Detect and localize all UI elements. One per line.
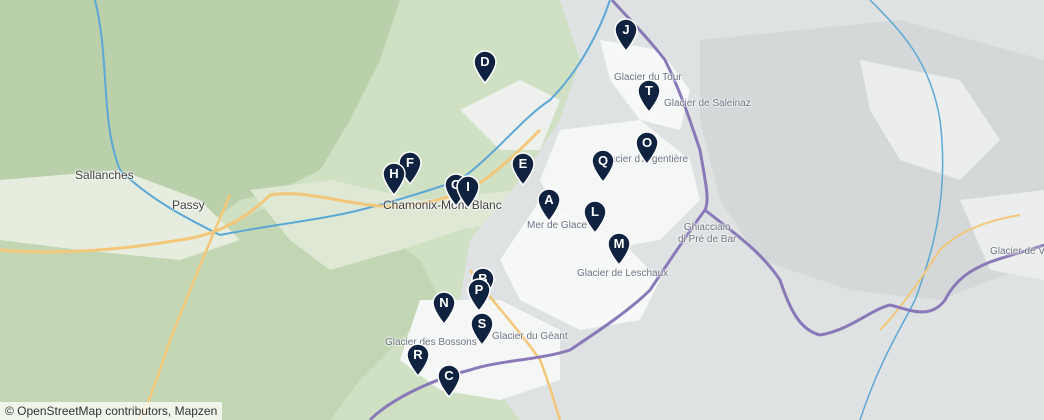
place-glacier-saleinaz: Glacier de Saleinaz	[664, 98, 751, 109]
place-glacier-leschaux: Glacier de Leschaux	[577, 268, 669, 279]
marker-label: P	[474, 282, 484, 297]
map-marker-m[interactable]: M	[606, 232, 632, 266]
map-marker-d[interactable]: D	[472, 50, 498, 84]
marker-label: D	[480, 54, 490, 69]
marker-label: T	[645, 83, 653, 98]
map-marker-t[interactable]: T	[636, 79, 662, 113]
map-marker-i[interactable]: I	[455, 175, 481, 209]
place-glacier-v: Glacier de V	[990, 246, 1044, 257]
map-marker-p[interactable]: P	[466, 278, 492, 312]
marker-label: J	[622, 22, 630, 37]
marker-label: L	[591, 204, 599, 219]
map-marker-h[interactable]: H	[381, 162, 407, 196]
marker-label: S	[477, 316, 487, 331]
marker-label: N	[439, 295, 449, 310]
marker-label: I	[466, 179, 470, 194]
map-marker-j[interactable]: J	[613, 18, 639, 52]
map-marker-l[interactable]: L	[582, 200, 608, 234]
place-ghiacciaio: Ghiacciaio di Pré de Bar	[678, 222, 737, 245]
map-marker-r[interactable]: R	[405, 343, 431, 377]
place-glacier-geant: Glacier du Géant	[492, 331, 568, 342]
map-marker-s[interactable]: S	[469, 312, 495, 346]
marker-label: C	[444, 368, 454, 383]
map-marker-a[interactable]: A	[536, 188, 562, 222]
marker-label: A	[544, 192, 554, 207]
place-sallanches: Sallanches	[75, 168, 134, 182]
map-view[interactable]: Sallanches Passy Chamonix-Mont-Blanc Gla…	[0, 0, 1044, 420]
marker-label: O	[641, 135, 653, 150]
map-marker-n[interactable]: N	[431, 291, 457, 325]
map-attribution[interactable]: © OpenStreetMap contributors, Mapzen	[0, 402, 223, 420]
marker-label: M	[613, 236, 625, 251]
map-marker-o[interactable]: O	[634, 131, 660, 165]
map-marker-e[interactable]: E	[510, 152, 536, 186]
map-terrain	[0, 0, 1044, 420]
map-marker-q[interactable]: Q	[590, 149, 616, 183]
marker-label: H	[389, 166, 399, 181]
map-marker-c[interactable]: C	[436, 364, 462, 398]
marker-label: Q	[597, 153, 609, 168]
marker-label: R	[413, 347, 423, 362]
marker-label: E	[518, 156, 528, 171]
place-passy: Passy	[172, 198, 205, 212]
